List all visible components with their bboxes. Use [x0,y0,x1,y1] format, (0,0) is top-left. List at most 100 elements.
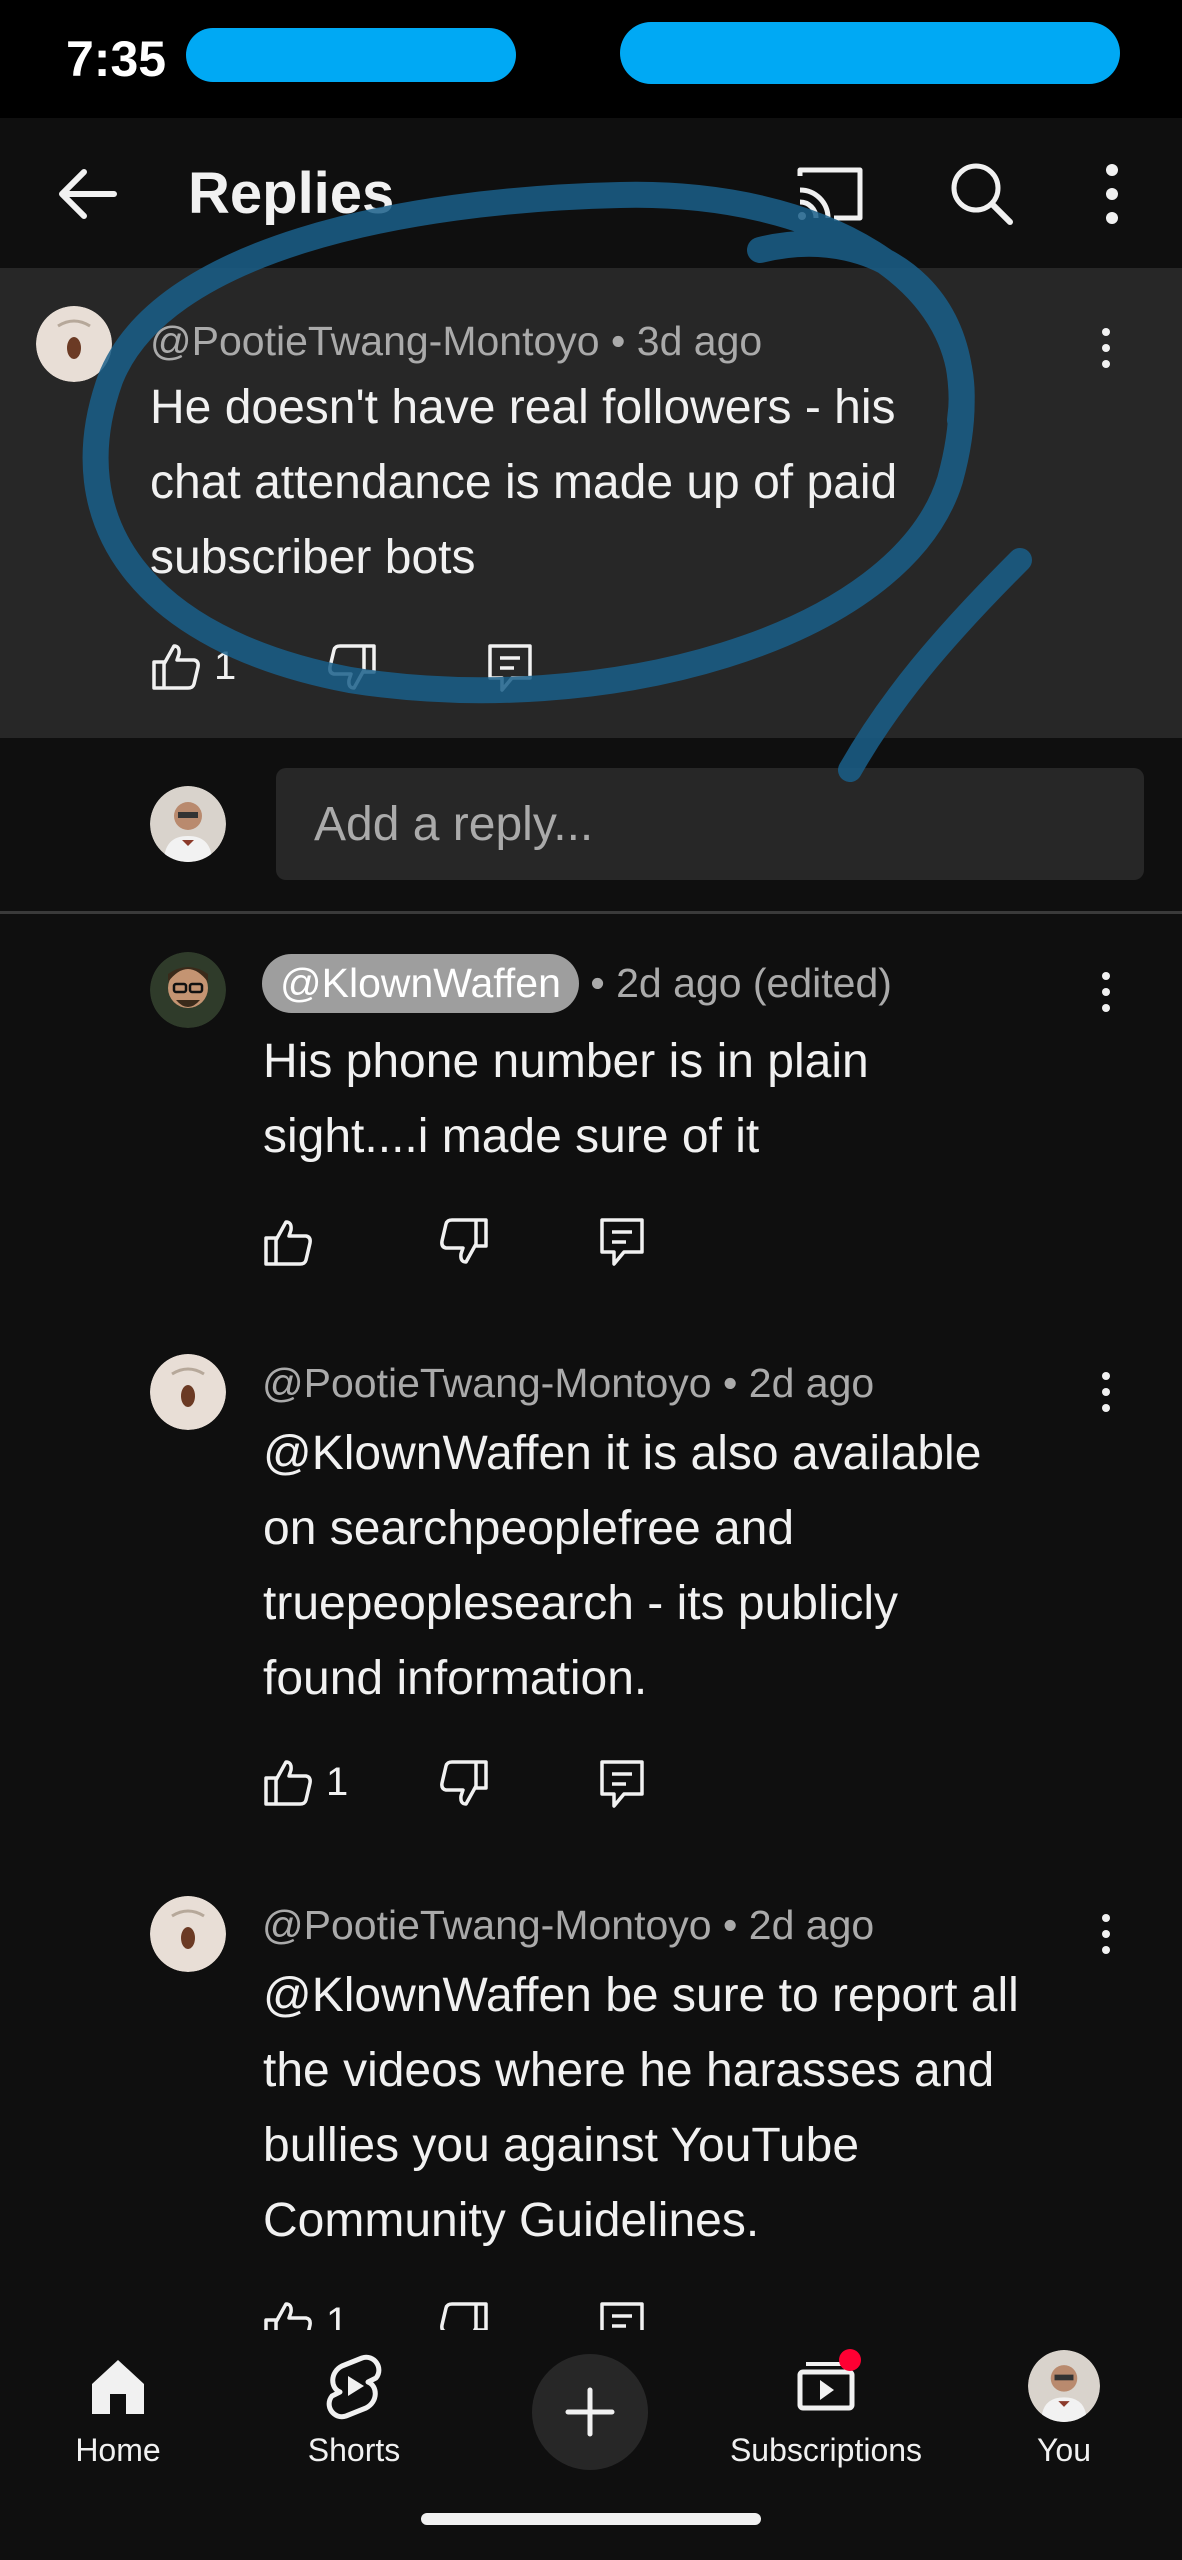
comment-time: 2d ago (edited) [616,960,892,1006]
comment-line: @KlownWaffen be sure to report all [263,1969,1019,2022]
comment-author-chip[interactable]: @KlownWaffen [262,954,579,1013]
dislike-button[interactable] [324,640,380,696]
more-vert-icon [1102,1372,1110,1412]
thumbs-down-icon [440,1760,488,1806]
comment-meta: @PootieTwang-Montoyo • 2d ago [262,1902,874,1949]
redaction-mark [186,28,516,82]
thumbs-up-icon [152,644,200,690]
status-bar: 7:35 [0,0,1182,118]
comment-line: found information. [263,1652,648,1705]
comment-meta: @PootieTwang-Montoyo • 3d ago [150,318,762,365]
like-button[interactable] [260,1214,316,1270]
comment-line: the videos where he harasses and [263,2044,995,2097]
redaction-mark [620,22,1120,84]
dislike-button[interactable] [436,2298,492,2330]
nav-you[interactable]: You [964,2330,1164,2480]
meta-separator: • [723,1360,738,1406]
thumbs-up-icon [264,2302,312,2330]
like-button[interactable] [260,2296,316,2330]
comment-time: 3d ago [636,318,763,364]
comment-meta: @PootieTwang-Montoyo • 2d ago [262,1360,874,1407]
reply-button[interactable] [594,2298,650,2330]
comment-text: His phone number is in plain sight....i … [263,1024,869,1174]
meta-separator: • [611,318,626,364]
avatar-icon [150,1896,226,1972]
home-icon [92,2360,144,2414]
comment-line: He doesn't have real followers - his [150,381,896,434]
avatar-icon [150,952,226,1028]
nav-subscriptions[interactable]: Subscriptions [726,2330,926,2480]
thumbs-up-icon [264,1220,312,1266]
avatar[interactable] [150,952,226,1028]
comment-text: @KlownWaffen be sure to report all the v… [263,1958,1019,2258]
avatar[interactable] [150,1354,226,1430]
avatar[interactable] [150,1896,226,1972]
nav-label: Home [75,2432,161,2468]
arrow-left-icon [59,169,117,219]
reply-composer [0,738,1182,914]
user-avatar [150,786,226,862]
more-vert-icon [1102,972,1110,1012]
meta-separator: • [590,960,605,1006]
comment-author[interactable]: @PootieTwang-Montoyo [262,1902,712,1948]
nav-shorts[interactable]: Shorts [254,2330,454,2480]
comment-line: His phone number is in plain [263,1035,869,1088]
dislike-button[interactable] [436,1214,492,1270]
more-vert-icon [1102,1914,1110,1954]
create-button[interactable] [532,2354,648,2470]
nav-label: You [1037,2432,1091,2468]
like-button[interactable] [260,1754,316,1810]
comment-line: sight....i made sure of it [263,1110,760,1163]
reply-button[interactable] [594,1756,650,1812]
back-button[interactable] [50,154,130,234]
user-avatar [1028,2350,1100,2422]
more-options-button[interactable] [1072,154,1152,234]
comment-icon [600,1218,644,1266]
comment-line: bullies you against YouTube [263,2119,860,2172]
like-count: 1 [214,644,237,688]
like-count: 1 [326,2300,349,2330]
comment-time: 2d ago [748,1902,875,1948]
reply-button[interactable] [594,1214,650,1270]
thumbs-down-icon [440,1218,488,1264]
comment-line: on searchpeoplefree and [263,1502,795,1555]
home-indicator [421,2513,761,2525]
dislike-button[interactable] [436,1756,492,1812]
comment-text: @KlownWaffen it is also available on sea… [263,1416,981,1716]
more-vert-icon [1102,328,1110,368]
comment-time: 2d ago [748,1360,875,1406]
avatar-icon [150,1354,226,1430]
reply-button[interactable] [482,640,538,696]
comment-line: truepeoplesearch - its publicly [263,1577,898,1630]
cast-button[interactable] [790,154,870,234]
more-vert-icon [1106,164,1118,224]
thumbs-up-icon [264,1760,312,1806]
avatar[interactable] [36,306,112,382]
comment-more-button[interactable] [1086,318,1126,378]
nav-label: Shorts [307,2432,401,2468]
nav-label: Subscriptions [729,2432,923,2468]
plus-icon [565,2387,615,2437]
comment-icon [488,644,532,692]
comment-author[interactable]: @PootieTwang-Montoyo [262,1360,712,1406]
page-title: Replies [188,161,395,226]
comment-icon [600,2302,644,2330]
nav-home[interactable]: Home [18,2330,218,2480]
app-bar: Replies [0,118,1182,268]
comment-author[interactable]: @PootieTwang-Montoyo [150,318,600,364]
comment-more-button[interactable] [1086,1362,1126,1422]
shorts-icon [326,2354,382,2420]
comment-icon [600,1760,644,1808]
meta-separator: • [723,1902,738,1948]
like-button[interactable] [148,638,204,694]
comment-line: subscriber bots [150,531,476,584]
comment-meta: @KlownWaffen • 2d ago (edited) [262,954,892,1013]
action-row-clip: 1 [0,2296,1182,2330]
reply-input[interactable] [276,768,1144,880]
bottom-navigation: Home Shorts Subscriptions You [0,2330,1182,2560]
comment-more-button[interactable] [1086,1904,1126,1964]
comment-more-button[interactable] [1086,962,1126,1022]
avatar-icon [36,306,112,382]
search-button[interactable] [942,154,1022,234]
comment-line: chat attendance is made up of paid [150,456,898,509]
